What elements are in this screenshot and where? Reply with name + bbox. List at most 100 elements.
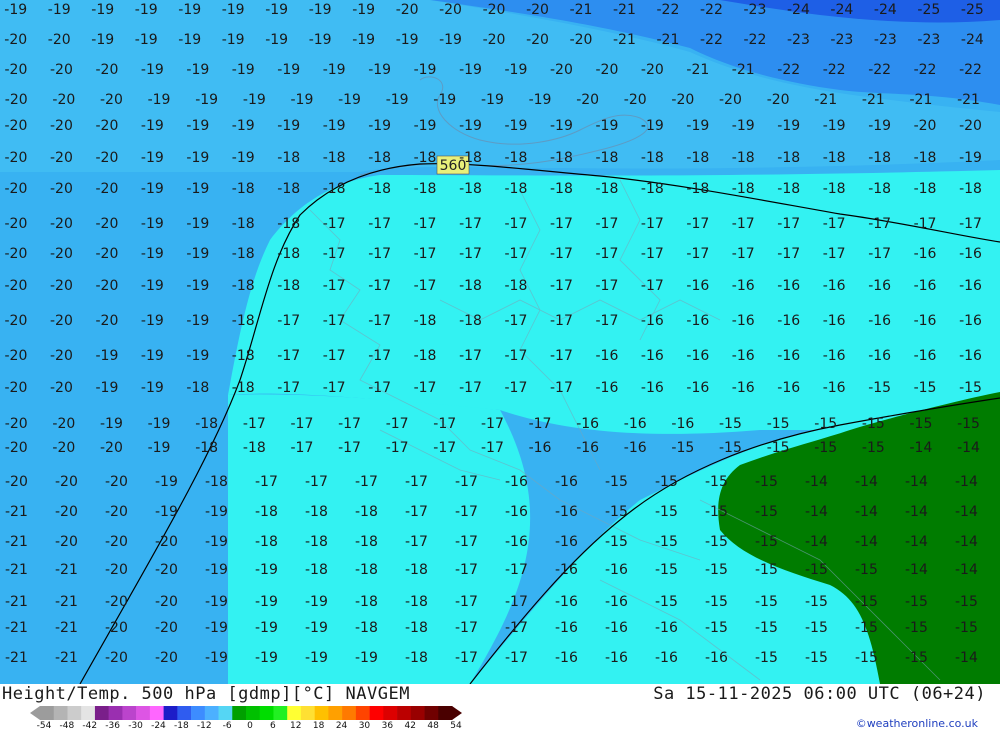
temperature-label: -20 — [5, 150, 28, 166]
temperature-label: -20 — [96, 62, 119, 78]
temperature-label: -18 — [550, 150, 573, 166]
temperature-label: -15 — [868, 380, 891, 396]
temperature-label: -18 — [732, 150, 755, 166]
temperature-label: -17 — [368, 246, 391, 262]
temperature-label: -20 — [5, 380, 28, 396]
temperature-label: -17 — [338, 416, 361, 432]
temperature-label: -20 — [96, 150, 119, 166]
temperature-label: -19 — [135, 32, 158, 48]
temperature-label: -19 — [255, 562, 278, 578]
temperature-label: -19 — [777, 118, 800, 134]
legend-tick-label: 42 — [404, 721, 416, 731]
temperature-label: -22 — [868, 62, 891, 78]
legend-swatch — [259, 706, 274, 720]
temperature-label: -15 — [855, 620, 878, 636]
temperature-label: -16 — [596, 348, 619, 364]
temperature-label: -17 — [529, 416, 552, 432]
temperature-label: -18 — [305, 504, 328, 520]
legend-swatch — [108, 706, 123, 720]
temperature-label: -25 — [961, 2, 984, 18]
color-scale-legend — [30, 706, 462, 720]
legend-min-arrow — [30, 706, 40, 720]
temperature-label: -19 — [309, 2, 332, 18]
temperature-label: -16 — [505, 534, 528, 550]
temperature-label: -15 — [719, 440, 742, 456]
temperature-label: -17 — [433, 440, 456, 456]
temperature-label: -19 — [141, 216, 164, 232]
temperature-label: -19 — [232, 62, 255, 78]
temperature-label: -16 — [555, 650, 578, 666]
temperature-label: -19 — [141, 62, 164, 78]
temperature-label: -14 — [955, 534, 978, 550]
temperature-label: -16 — [777, 348, 800, 364]
temperature-label: -14 — [805, 534, 828, 550]
temperature-label: -21 — [613, 2, 636, 18]
legend-tick-label: 0 — [247, 721, 253, 731]
temperature-label: -21 — [5, 534, 28, 550]
temperature-label: -24 — [787, 2, 810, 18]
temperature-label: -19 — [596, 118, 619, 134]
temperature-label: -19 — [4, 2, 27, 18]
temperature-label: -21 — [686, 62, 709, 78]
temperature-label: -19 — [255, 620, 278, 636]
temperature-label: -17 — [459, 380, 482, 396]
temperature-label: -21 — [55, 594, 78, 610]
temperature-label: -18 — [459, 181, 482, 197]
temperature-label: -17 — [277, 380, 300, 396]
temperature-label: -18 — [277, 216, 300, 232]
temperature-label: -19 — [186, 348, 209, 364]
temperature-label: -16 — [555, 594, 578, 610]
temperature-label: -19 — [155, 504, 178, 520]
temperature-label: -19 — [186, 246, 209, 262]
temperature-label: -15 — [855, 650, 878, 666]
credit-link[interactable]: ©weatheronline.co.uk — [856, 717, 978, 730]
legend-swatch — [53, 706, 68, 720]
temperature-label: -19 — [186, 216, 209, 232]
temperature-label: -22 — [744, 32, 767, 48]
temperature-label: -18 — [550, 181, 573, 197]
temperature-label: -18 — [414, 348, 437, 364]
temperature-label: -17 — [459, 246, 482, 262]
temperature-label: -20 — [105, 474, 128, 490]
temperature-label: -17 — [368, 348, 391, 364]
temperature-label: -18 — [277, 278, 300, 294]
temperature-label: -17 — [777, 216, 800, 232]
temperature-label: -21 — [5, 562, 28, 578]
temperature-label: -15 — [705, 594, 728, 610]
temperature-label: -18 — [686, 150, 709, 166]
temperature-label: -16 — [596, 380, 619, 396]
temperature-label: -17 — [914, 216, 937, 232]
temperature-label: -18 — [355, 594, 378, 610]
temperature-label: -15 — [959, 380, 982, 396]
temperature-label: -18 — [459, 150, 482, 166]
temperature-label: -15 — [705, 620, 728, 636]
temperature-label: -20 — [5, 216, 28, 232]
temperature-label: -20 — [5, 313, 28, 329]
temperature-label: -20 — [550, 62, 573, 78]
legend-tick-label: -48 — [59, 721, 75, 731]
legend-tick-label: 54 — [450, 721, 462, 731]
temperature-label: -16 — [705, 650, 728, 666]
temperature-label: -20 — [5, 118, 28, 134]
color-scale-ticks: -54 -48 -42 -36 -30 -24 -18 -12 -6 0 6 12 18 24 30 36 42… — [30, 721, 470, 733]
temperature-label: -18 — [505, 278, 528, 294]
temperature-label: -20 — [50, 181, 73, 197]
temperature-label: -18 — [914, 150, 937, 166]
temperature-label: -18 — [505, 181, 528, 197]
temperature-label: -17 — [505, 594, 528, 610]
temperature-label: -17 — [323, 380, 346, 396]
temperature-label: -22 — [959, 62, 982, 78]
temperature-label: -19 — [186, 62, 209, 78]
temperature-label: -18 — [414, 150, 437, 166]
temperature-label: -15 — [905, 650, 928, 666]
temperature-label: -14 — [905, 562, 928, 578]
temperature-label: -18 — [459, 313, 482, 329]
temperature-label: -17 — [459, 216, 482, 232]
temperature-label: -14 — [957, 440, 980, 456]
temperature-label: -17 — [550, 246, 573, 262]
temperature-label: -15 — [655, 594, 678, 610]
temperature-label: -18 — [232, 380, 255, 396]
temperature-label: -16 — [505, 504, 528, 520]
temperature-label: -15 — [719, 416, 742, 432]
temperature-label: -15 — [805, 594, 828, 610]
